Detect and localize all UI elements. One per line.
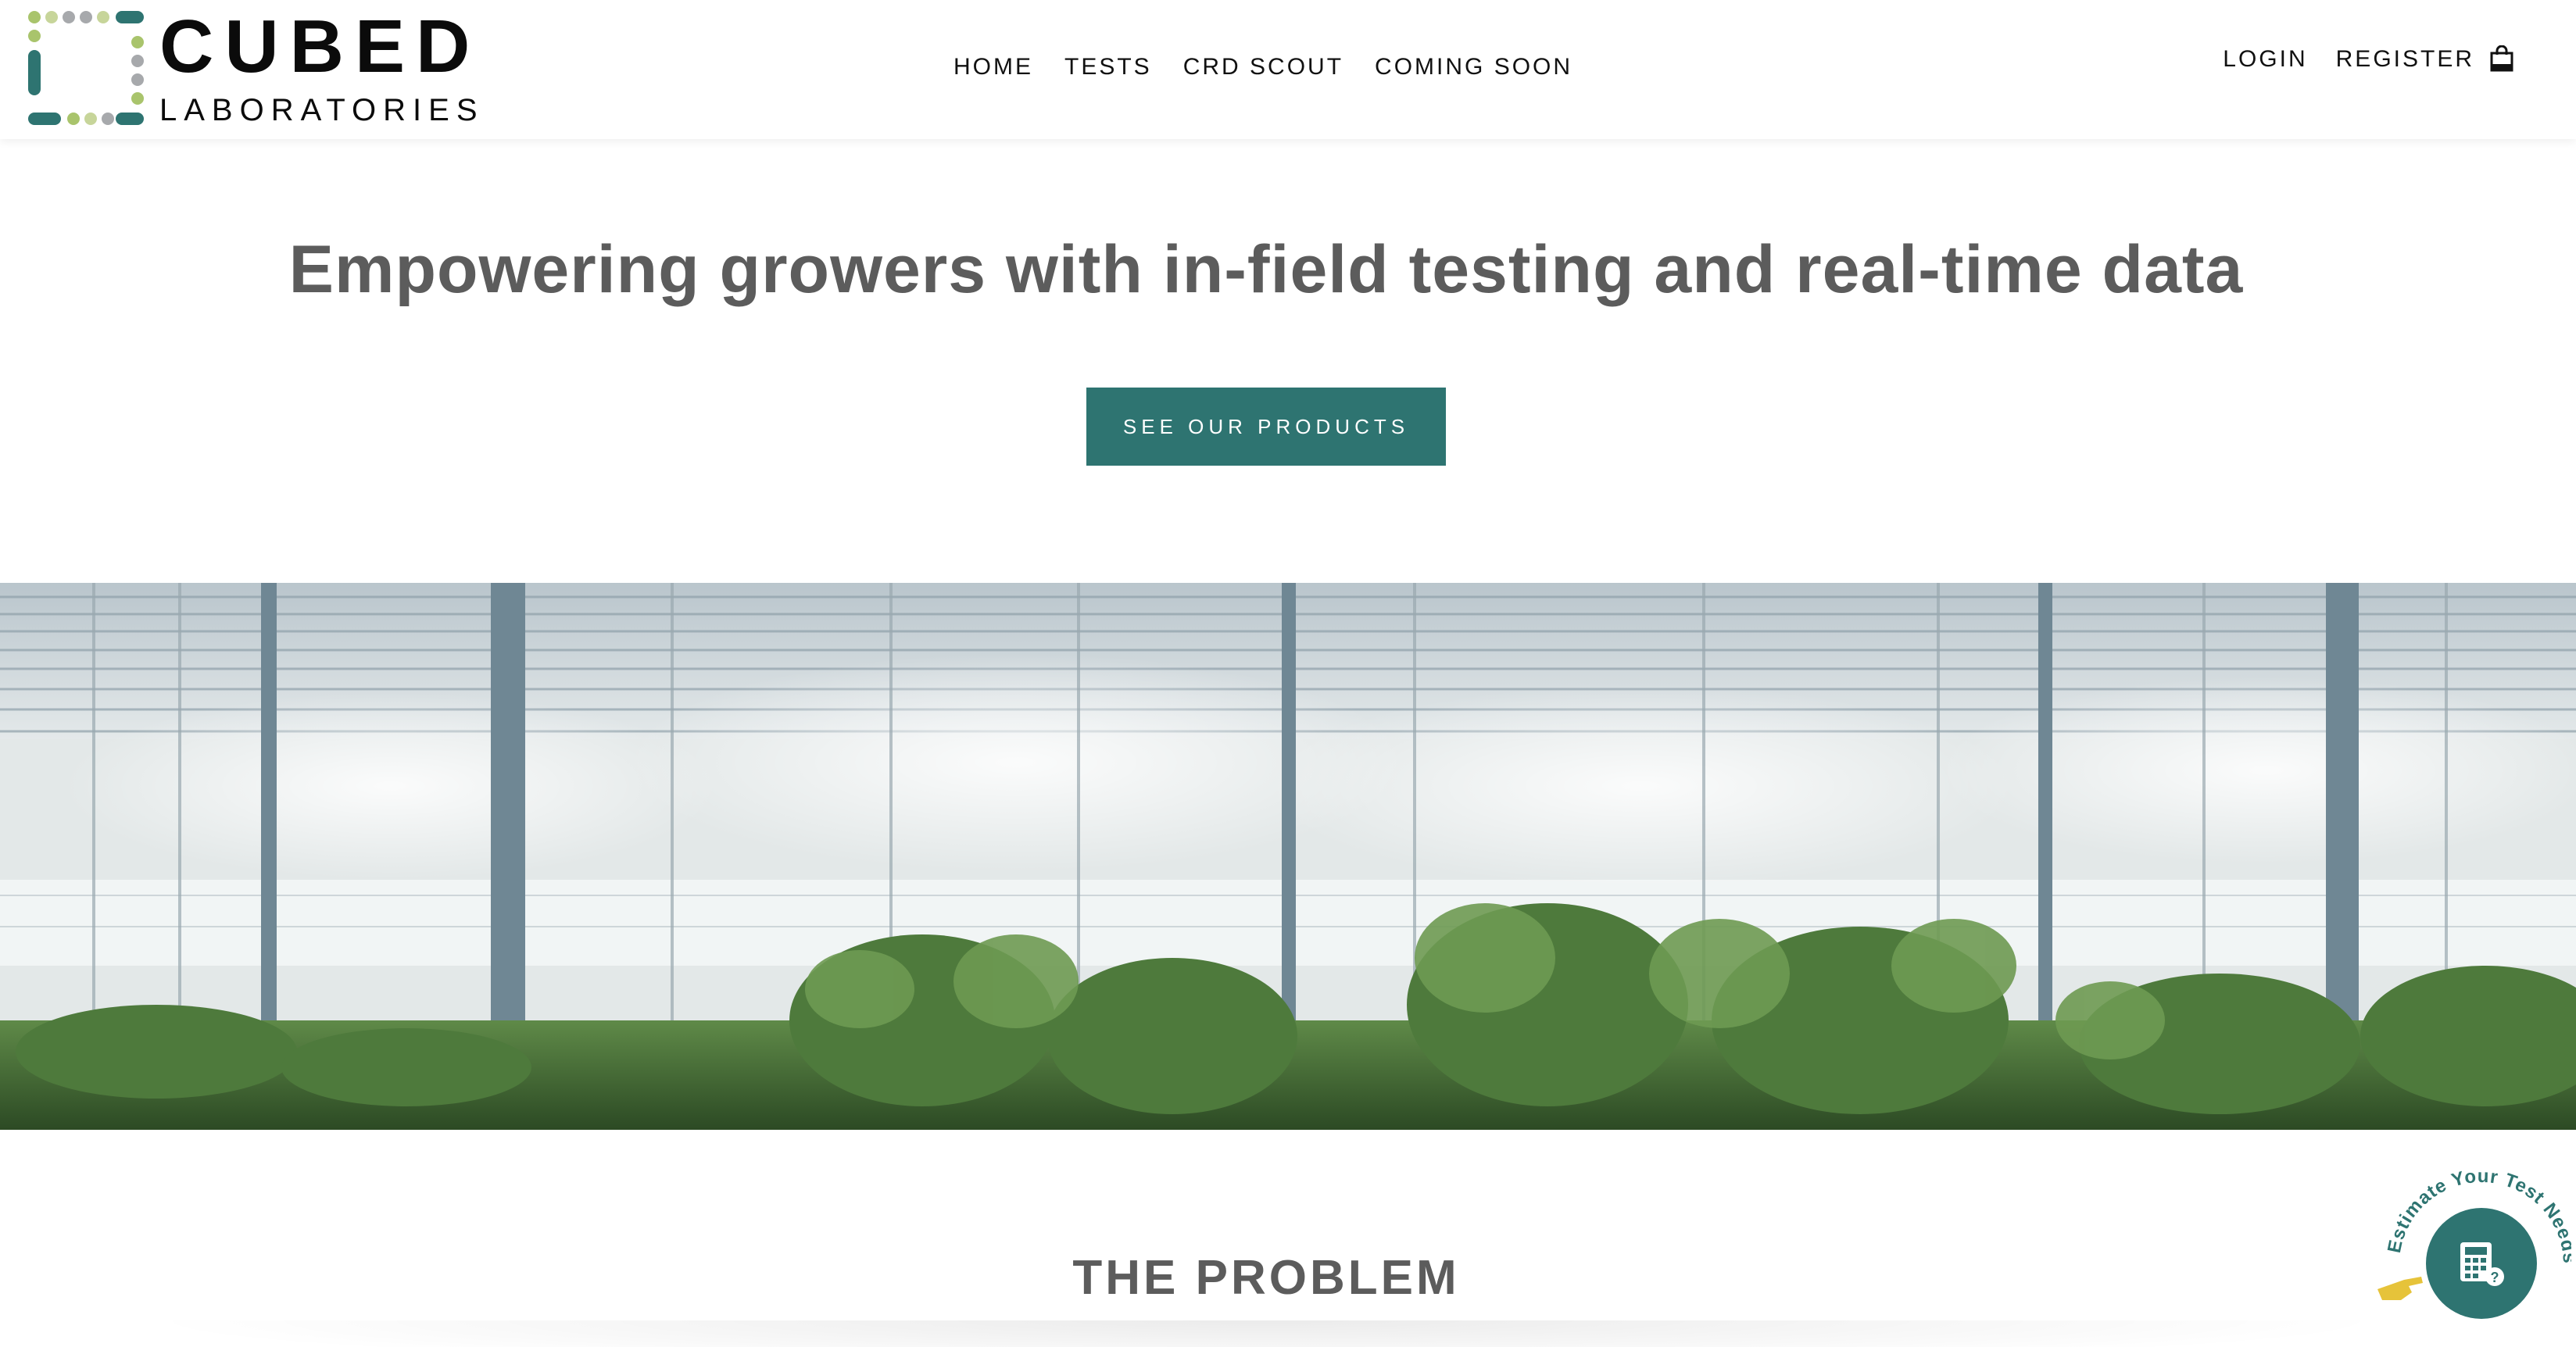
hero-title: Empowering growers with in-field testing…	[288, 232, 2244, 307]
section-card-shadow	[133, 1320, 2399, 1347]
register-link[interactable]: REGISTER	[2336, 42, 2474, 77]
main-nav: HOME TESTS CRD SCOUT COMING SOON	[953, 50, 1572, 84]
shopping-bag-icon[interactable]	[2490, 45, 2513, 72]
logo-name-line1: CUBED	[159, 5, 481, 88]
nav-item-tests[interactable]: TESTS	[1064, 50, 1152, 84]
estimate-widget[interactable]: Estimate Your Test Needs ?	[2368, 1164, 2576, 1344]
account-links: LOGIN REGISTER	[2223, 42, 2474, 77]
estimate-button[interactable]: ?	[2426, 1208, 2537, 1319]
logo-mark-icon	[28, 11, 145, 128]
nav-item-coming-soon[interactable]: COMING SOON	[1375, 50, 1572, 84]
brand-logo[interactable]: CUBED LABORATORIES	[28, 8, 497, 133]
logo-wordmark: CUBED LABORATORIES	[159, 8, 485, 128]
nav-item-home[interactable]: HOME	[953, 50, 1033, 84]
see-products-button[interactable]: SEE OUR PRODUCTS	[1086, 388, 1446, 466]
site-header: CUBED LABORATORIES HOME TESTS CRD SCOUT …	[0, 0, 2576, 139]
nav-item-crd-scout[interactable]: CRD SCOUT	[1183, 50, 1343, 84]
greenhouse-banner-image	[0, 583, 2576, 1130]
login-link[interactable]: LOGIN	[2223, 42, 2307, 77]
problem-heading: THE PROBLEM	[1072, 1251, 1460, 1305]
pointing-hand-icon	[2377, 1277, 2423, 1300]
logo-name-line2: LABORATORIES	[159, 93, 485, 127]
calculator-icon: ?	[2460, 1242, 2504, 1286]
svg-text:?: ?	[2491, 1270, 2499, 1285]
